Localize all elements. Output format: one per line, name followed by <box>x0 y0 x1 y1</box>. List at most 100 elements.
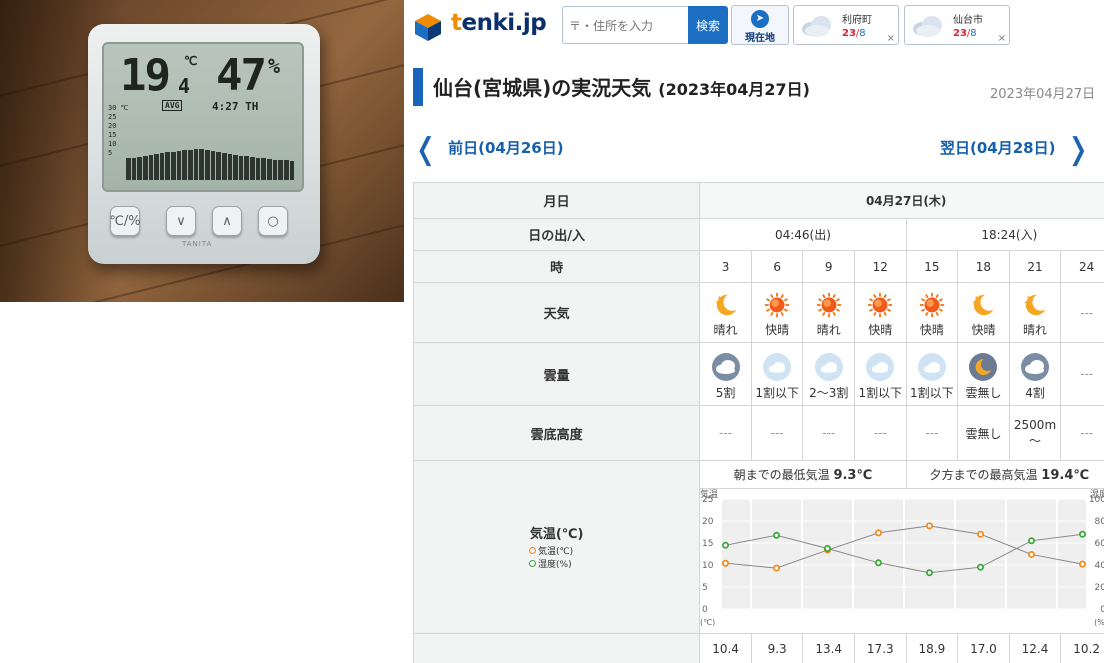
ceiling-cell: 2500m 〜 <box>1008 405 1062 461</box>
cloud-cell-text: 雲無し <box>965 385 1002 400</box>
temp-value-cell: 17.0 <box>957 633 1010 663</box>
lcd-display: 19 ℃ 4 47 % AVG 4:27 TH 30 ℃ 25 20 15 10 5 <box>102 42 304 192</box>
legend-humidity-marker <box>529 559 536 567</box>
chevron-right-icon: ❭ <box>1065 132 1091 167</box>
lcd-history-bars <box>126 140 295 180</box>
y-tick-left: 20 <box>702 517 714 527</box>
tenki-logo[interactable]: tenki.jp <box>413 6 553 44</box>
lcd-humidity-unit: % <box>268 54 281 78</box>
max-temp: 夕方までの最高気温 19.4℃ <box>905 460 1104 489</box>
lcd-bar <box>154 154 159 180</box>
lcd-time: 4:27 TH <box>212 100 259 113</box>
weather-cell: 快晴 <box>750 282 804 343</box>
cloud-cell: 4割 <box>1008 342 1062 406</box>
lcd-bar <box>267 159 272 180</box>
weather-cell: 快晴 <box>957 282 1010 343</box>
temp-value-cell-text: 10.4 <box>712 641 739 656</box>
lcd-temperature-decimal: 4 <box>178 74 191 98</box>
ceiling-label: 雲底高度 <box>412 405 701 461</box>
remove-place-button[interactable]: × <box>887 33 895 44</box>
y-tick-right: 80 <box>1095 517 1104 527</box>
device-down-button: ∨ <box>166 206 196 236</box>
hour-cell: 18 <box>957 250 1010 283</box>
cloud-cell-text: 1割以下 <box>910 385 954 400</box>
device-mode-button: ○ <box>258 206 288 236</box>
ceiling-cell: --- <box>854 405 907 461</box>
history-place-sendai[interactable]: 仙台市 23/8 × <box>904 5 1010 45</box>
history-place-rifu[interactable]: 利府町 23/8 × <box>793 5 899 45</box>
lcd-bar <box>193 149 199 180</box>
hour-cell-text: 9 <box>824 259 833 274</box>
temp-value-cell: 10.4 <box>699 633 752 663</box>
cloud-cell: --- <box>1060 342 1104 406</box>
temperature-chart: 2520151050100806040200気温湿度(℃)(%) <box>700 489 1104 633</box>
y-tick-left: 10 <box>702 561 714 571</box>
search-input[interactable]: 〒・住所を入力 <box>562 6 688 44</box>
moon-clear-icon <box>969 352 998 381</box>
cloud-cell-text: 5割 <box>715 385 736 400</box>
device-brand: TANITA <box>182 240 213 248</box>
observation-table: 月日 04月27日(木) 日の出/入 04:46(出) 18:24(入) 時 3… <box>412 182 1104 663</box>
lcd-bar <box>278 160 283 180</box>
ceiling-cell: --- <box>905 405 959 461</box>
hour-cell-text: 6 <box>773 259 781 274</box>
cloud-cell: 1割以下 <box>905 342 959 406</box>
temp-value-cell-text: 10.2 <box>1073 641 1101 656</box>
place-temps: 23/8 <box>842 28 866 39</box>
next-day-link[interactable]: 翌日(04月28日) ❭ <box>940 132 1091 167</box>
lcd-bar <box>227 154 233 180</box>
lcd-bar <box>289 161 295 180</box>
ceiling-cell-text: --- <box>873 426 887 440</box>
weather-cell: 晴れ <box>1008 282 1062 343</box>
weather-cell-text: 晴れ <box>713 323 738 337</box>
lcd-bar <box>126 158 131 180</box>
legend-temp: 気温(℃) <box>529 546 699 559</box>
y-tick-right: 60 <box>1095 539 1104 549</box>
temp-values-label <box>412 633 701 663</box>
temperature-point <box>722 559 730 567</box>
sunrise-value: 04:46(出) <box>699 218 907 251</box>
temperature-point <box>977 530 985 538</box>
remove-place-button[interactable]: × <box>998 33 1006 44</box>
humidity-point <box>1079 530 1087 538</box>
lcd-bar <box>204 150 210 180</box>
cloud-cell-text: 4割 <box>1025 385 1045 400</box>
sun-icon <box>764 292 790 318</box>
weather-label: 天気 <box>412 282 701 343</box>
y-tick-right: 40 <box>1095 561 1104 571</box>
weather-cell-text: 快晴 <box>919 323 944 337</box>
location-arrow-icon: ➤ <box>751 10 769 28</box>
hour-cell-text: 18 <box>975 259 992 274</box>
min-temp: 朝までの最低気温 9.3℃ <box>699 460 907 489</box>
cloud-cell-text: --- <box>1080 367 1094 381</box>
humidity-point <box>875 559 883 567</box>
y-axis-label-right: 湿度 <box>1090 489 1104 500</box>
cloud-cell: 1割以下 <box>854 342 907 406</box>
prev-day-link[interactable]: ❬ 前日(04月26日) <box>413 132 564 167</box>
ceiling-cell: --- <box>1060 405 1104 461</box>
lcd-avg-badge: AVG <box>162 100 183 111</box>
logo-cube-icon <box>415 14 441 41</box>
temperature-point <box>926 522 934 530</box>
place-name: 利府町 <box>842 15 872 26</box>
temp-value-cell-text: 12.4 <box>1021 641 1049 656</box>
ceiling-cell: --- <box>699 405 752 461</box>
temperature-point <box>875 529 883 537</box>
temp-value-cell-text: 9.3 <box>767 641 787 656</box>
lcd-bar <box>221 153 227 180</box>
device-up-button: ∧ <box>212 206 242 236</box>
ceiling-cell-text: --- <box>1080 426 1094 440</box>
temp-value-cell: 17.3 <box>854 633 907 663</box>
current-location-button[interactable]: ➤ 現在地 <box>731 5 789 45</box>
logo-text: tenki.jp <box>451 10 547 36</box>
temp-value-cell-text: 13.4 <box>815 641 843 656</box>
hour-cell: 21 <box>1008 250 1062 283</box>
lcd-bar <box>216 152 221 180</box>
cloud-gray-icon <box>1021 352 1050 381</box>
lcd-bar <box>165 152 171 180</box>
thermometer-photo: 19 ℃ 4 47 % AVG 4:27 TH 30 ℃ 25 20 15 10 5 ℃/… <box>0 0 404 302</box>
temp-label-cell: 気温(℃) 気温(℃) 湿度(%) <box>412 460 701 634</box>
lcd-bar <box>131 158 137 180</box>
weather-cell: 快晴 <box>905 282 959 343</box>
search-button[interactable]: 検索 <box>688 6 728 44</box>
